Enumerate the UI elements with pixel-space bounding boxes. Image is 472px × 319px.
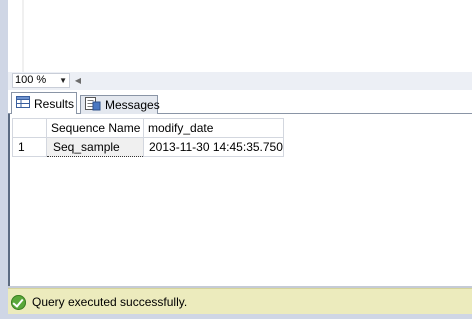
table-row: 1 Seq_sample 2013-11-30 14:45:35.750 [12, 137, 284, 157]
editor-margin [8, 0, 23, 72]
tab-messages[interactable]: Messages [80, 95, 160, 114]
column-header[interactable]: modify_date [143, 118, 284, 138]
zoom-value: 100 % [15, 74, 47, 86]
zoom-bar: 100 % ▼ ◀ [8, 72, 472, 90]
results-grid-pane: Sequence Name modify_date 1 Seq_sample 2… [8, 114, 472, 286]
column-header[interactable]: Sequence Name [46, 118, 144, 138]
scroll-left-arrow-icon[interactable]: ◀ [73, 73, 83, 88]
window-footer [8, 314, 472, 319]
query-editor[interactable] [8, 0, 472, 72]
editor-divider [22, 0, 24, 72]
results-grid: Sequence Name modify_date 1 Seq_sample 2… [12, 118, 284, 157]
grid-header-row: Sequence Name modify_date [12, 118, 284, 138]
chevron-down-icon: ▼ [59, 76, 67, 85]
grid-cell[interactable]: Seq_sample [46, 137, 144, 157]
tab-messages-label: Messages [105, 98, 160, 112]
success-check-icon [11, 294, 26, 310]
row-number[interactable]: 1 [12, 137, 47, 157]
messages-icon [85, 96, 101, 114]
zoom-dropdown[interactable]: 100 % ▼ [12, 73, 70, 88]
status-text: Query executed successfully. [32, 295, 188, 309]
status-bar: Query executed successfully. [8, 288, 472, 315]
tab-results[interactable]: Results [11, 92, 77, 114]
grid-icon [16, 96, 30, 111]
tab-results-label: Results [34, 96, 75, 111]
results-tabstrip: Results Messages [8, 90, 472, 114]
grid-cell[interactable]: 2013-11-30 14:45:35.750 [143, 137, 284, 157]
grid-corner[interactable] [12, 118, 47, 138]
